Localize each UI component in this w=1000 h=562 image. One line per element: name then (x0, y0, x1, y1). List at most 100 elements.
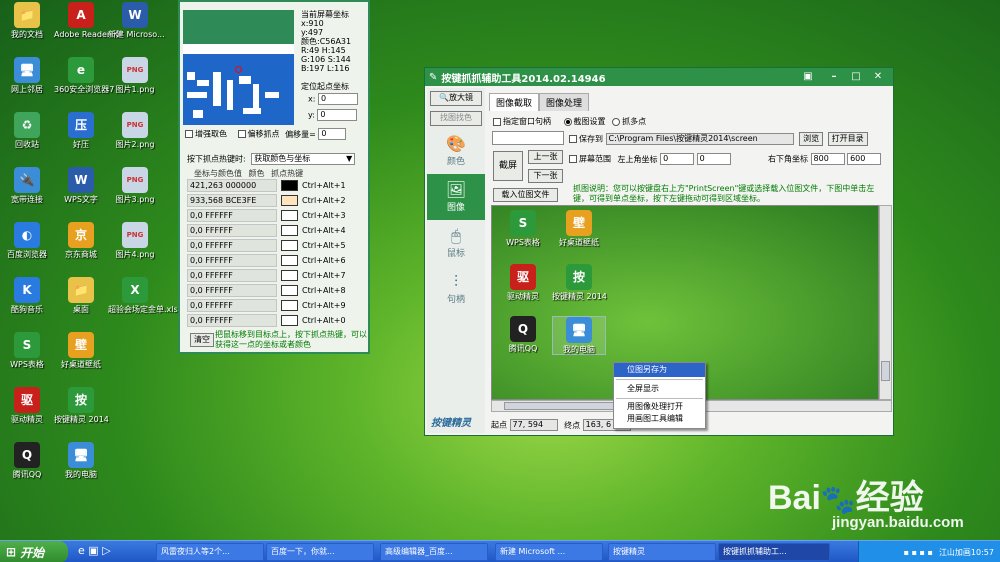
menu-edit-paint[interactable]: 用画图工具编辑 (614, 413, 705, 425)
desktop-icon[interactable]: 按按键精灵 2014 (54, 387, 109, 424)
app-icon: 🔌 (14, 167, 40, 193)
capture-radio[interactable] (563, 117, 572, 126)
prev-button[interactable]: 上一张 (528, 150, 563, 164)
desktop-icon-label: 酷狗音乐 (11, 305, 43, 314)
open-dir-button[interactable]: 打开目录 (827, 132, 868, 146)
search-icon: 🔍 (439, 93, 449, 102)
offset-input[interactable]: 0 (318, 128, 347, 140)
origin-y-input[interactable]: 0 (317, 109, 358, 121)
desktop-icon[interactable]: e 360安全浏览器7 (54, 57, 115, 94)
hotkey-select[interactable]: 获取颜色与坐标 ▼ (251, 153, 356, 165)
start-button[interactable]: ⊞ 开始 (0, 541, 68, 562)
taskbar-item[interactable]: 按键精灵 (608, 543, 716, 561)
desktop-icon[interactable]: 京京东商城 (54, 222, 108, 259)
range-checkbox[interactable] (569, 155, 577, 163)
desktop-icon[interactable]: ♻ 回收站 (0, 112, 54, 149)
tab-capture[interactable]: 图像截取 (489, 93, 540, 111)
desktop-icon[interactable]: 压好压 (54, 112, 108, 149)
maximize-icon[interactable]: □ (849, 71, 863, 83)
handle-input[interactable] (492, 131, 564, 145)
desktop-icon[interactable]: W 新建 Microso... (108, 2, 165, 39)
list-item[interactable]: 0,0 FFFFFF Ctrl+Alt+7 (187, 268, 357, 283)
window-handle-checkbox[interactable] (493, 117, 501, 126)
offset-label: 偏移抓点 (247, 129, 280, 139)
minimize-icon[interactable]: – (827, 71, 841, 83)
next-button[interactable]: 下一张 (528, 169, 563, 183)
close-icon[interactable]: ✕ (871, 71, 885, 83)
offset-checkbox[interactable] (237, 130, 246, 138)
desktop-icon[interactable]: 🔌 宽带连接 (0, 167, 54, 204)
tab-process[interactable]: 图像处理 (539, 93, 590, 111)
context-menu[interactable]: 位图另存为 全屏显示 用图像处理打开 用画图工具编辑 (613, 362, 706, 429)
desktop-icon[interactable]: 🖥 我的电脑 (54, 442, 108, 479)
list-item[interactable]: 0,0 FFFFFF Ctrl+Alt+0 (187, 313, 357, 328)
list-item[interactable]: 933,568 BCE3FE Ctrl+Alt+2 (187, 193, 357, 208)
desktop-icon[interactable]: 📁 桌面 (54, 277, 108, 314)
side-color[interactable]: 🎨 颜色 (427, 128, 485, 174)
desktop-icon[interactable]: PNG 图片4.png (108, 222, 162, 259)
taskbar: ⊞ 开始 e ▣ ▷ 风雷夜归人等2个... 百度一下，你就... 高级编辑器_百度.… (0, 540, 1000, 562)
vertical-scrollbar[interactable] (879, 205, 892, 400)
menu-save-bitmap[interactable]: 位图另存为 (614, 363, 705, 377)
list-item[interactable]: 0,0 FFFFFF Ctrl+Alt+5 (187, 238, 357, 253)
desktop-icon[interactable]: PNG 图片1.png (108, 57, 162, 94)
list-item[interactable]: 0,0 FFFFFF Ctrl+Alt+3 (187, 208, 357, 223)
taskbar-item[interactable]: 百度一下，你就... (266, 543, 374, 561)
browse-button[interactable]: 浏览 (799, 132, 824, 146)
taskbar-item[interactable]: 风雷夜归人等2个... (156, 543, 264, 561)
desktop-icon[interactable]: PNG 图片3.png (108, 167, 162, 204)
capture-button[interactable]: 截屏 (493, 151, 523, 181)
image-icon: 🖼 (445, 180, 467, 199)
menu-fullscreen[interactable]: 全屏显示 (614, 382, 705, 396)
save-path-input[interactable]: C:\Program Files\按键精灵2014\screen (605, 133, 794, 145)
taskbar-item[interactable]: 新建 Microsoft ... (495, 543, 603, 561)
side-mouse[interactable]: 🖱 鼠标 (427, 220, 485, 266)
tl-y-input[interactable]: 0 (696, 153, 731, 165)
desktop-icon[interactable]: Q 腾讯QQ (0, 442, 54, 479)
clear-button[interactable]: 清空 (190, 333, 214, 347)
save-checkbox[interactable] (569, 135, 577, 143)
restore-icon[interactable]: ▣ (801, 71, 815, 83)
desktop-icon[interactable]: X 超验会场定金单.xls (108, 277, 178, 314)
desktop-icon[interactable]: 🖥 网上邻居 (0, 57, 54, 94)
side-handle[interactable]: ⫶ 句柄 (427, 266, 485, 312)
preview-app-icon: 壁 (566, 210, 592, 236)
enhance-checkbox[interactable] (185, 130, 193, 138)
coord-value: 421,263 000000 (187, 179, 277, 192)
desktop-icon-label: 360安全浏览器7 (54, 85, 115, 94)
desktop-icon[interactable]: S WPS表格 (0, 332, 54, 369)
desktop-icon[interactable]: 驱驱动精灵 (0, 387, 54, 424)
desktop-icon-label: Adobe Reader XI (54, 30, 121, 39)
taskbar-item[interactable]: 按键抓抓辅助工... (718, 543, 830, 561)
load-bitmap-button[interactable]: 载入位图文件 (493, 188, 558, 202)
side-image[interactable]: 🖼 图像 (427, 174, 485, 220)
color-picker-window[interactable]: 当前屏幕坐标 x:910 y:497 颜色:C56A31 R:49 H:145 G:106… (178, 0, 370, 354)
find-image-button[interactable]: 找图找色 (430, 111, 482, 126)
origin-x-input[interactable]: 0 (317, 93, 358, 105)
ie-icon[interactable]: e (78, 544, 85, 557)
list-item[interactable]: 0,0 FFFFFF Ctrl+Alt+6 (187, 253, 357, 268)
tl-x-input[interactable]: 0 (660, 153, 695, 165)
media-icon[interactable]: ▷ (102, 544, 110, 557)
desktop-icon[interactable]: W WPS文字 (54, 167, 108, 204)
list-item[interactable]: 0,0 FFFFFF Ctrl+Alt+8 (187, 283, 357, 298)
magnifier-button[interactable]: 🔍放大镜 (430, 91, 482, 106)
list-item[interactable]: 0,0 FFFFFF Ctrl+Alt+4 (187, 223, 357, 238)
list-item[interactable]: 0,0 FFFFFF Ctrl+Alt+9 (187, 298, 357, 313)
preview-icon: 驱驱动精灵 (496, 264, 550, 301)
app-icon: ✎ (429, 71, 438, 83)
br-x-input[interactable]: 800 (810, 153, 845, 165)
desktop-icon[interactable]: K 酷狗音乐 (0, 277, 54, 314)
desktop-icon[interactable]: 壁好桌道壁纸 (54, 332, 108, 369)
desktop-icon[interactable]: ▣ (88, 544, 98, 557)
desktop-icon[interactable]: ◐ 百度浏览器 (0, 222, 54, 259)
list-item[interactable]: 421,263 000000 Ctrl+Alt+1 (187, 178, 357, 193)
chevron-down-icon: ▼ (346, 154, 353, 163)
menu-open-processor[interactable]: 用图像处理打开 (614, 401, 705, 413)
taskbar-item[interactable]: 高级编辑器_百度... (380, 543, 488, 561)
br-y-input[interactable]: 600 (847, 153, 882, 165)
desktop-icon[interactable]: PNG 图片2.png (108, 112, 162, 149)
multi-radio[interactable] (612, 117, 621, 126)
desktop-icon[interactable]: 📁 我的文档 (0, 2, 54, 39)
desktop-icon[interactable]: A Adobe Reader XI (54, 2, 121, 39)
